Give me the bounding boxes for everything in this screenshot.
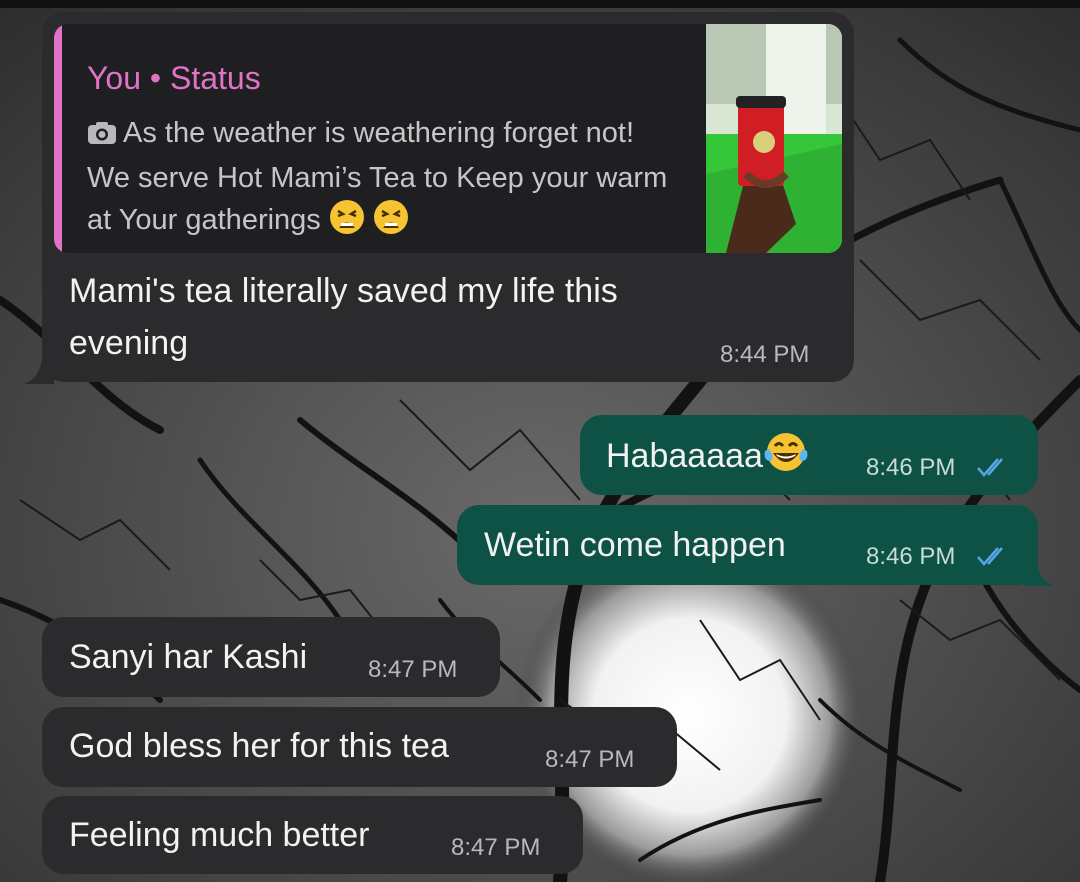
tired-face-emoji [329,199,365,247]
message-text: Feeling much better [69,816,370,854]
message-text-line: Mami's tea literally saved my life this [69,272,618,310]
bubble-tail [1024,560,1054,586]
message-text: God bless her for this tea [69,727,449,765]
message-text: Habaaaaa [606,431,809,486]
status-thumbnail[interactable] [706,24,842,253]
message-text-line: evening [69,324,189,362]
message-text-content: Habaaaaa [606,437,763,475]
message-bubble-incoming[interactable]: God bless her for this tea 8:47 PM [42,707,677,787]
message-bubble-incoming[interactable]: Feeling much better 8:47 PM [42,796,583,874]
tired-face-emoji [373,199,409,247]
tears-of-joy-emoji [763,431,809,486]
reply-sender-label: You • Status [87,60,261,96]
message-bubble-outgoing[interactable]: Habaaaaa 8:46 PM [580,415,1038,495]
message-time: 8:46 PM [866,543,956,570]
message-text: Wetin come happen [484,526,786,564]
message-text: Sanyi har Kashi [69,638,308,676]
bubble-tail [24,358,54,384]
message-time: 8:44 PM [720,341,810,368]
read-receipt-icon [977,547,1003,566]
message-time: 8:46 PM [866,454,956,481]
message-time: 8:47 PM [368,656,458,683]
message-bubble-incoming[interactable]: Sanyi har Kashi 8:47 PM [42,617,500,697]
top-edge [0,0,1080,8]
reply-accent-bar [54,24,62,253]
status-reply-preview[interactable]: You • Status As the weather is weatherin… [54,24,842,253]
reply-caption: As the weather is weathering forget not!… [87,112,677,247]
message-time: 8:47 PM [451,834,541,861]
message-bubble-outgoing[interactable]: Wetin come happen 8:46 PM [457,505,1038,585]
message-time: 8:47 PM [545,746,635,773]
message-bubble-incoming[interactable]: You • Status As the weather is weatherin… [42,12,854,382]
read-receipt-icon [977,458,1003,477]
camera-icon [87,115,117,157]
